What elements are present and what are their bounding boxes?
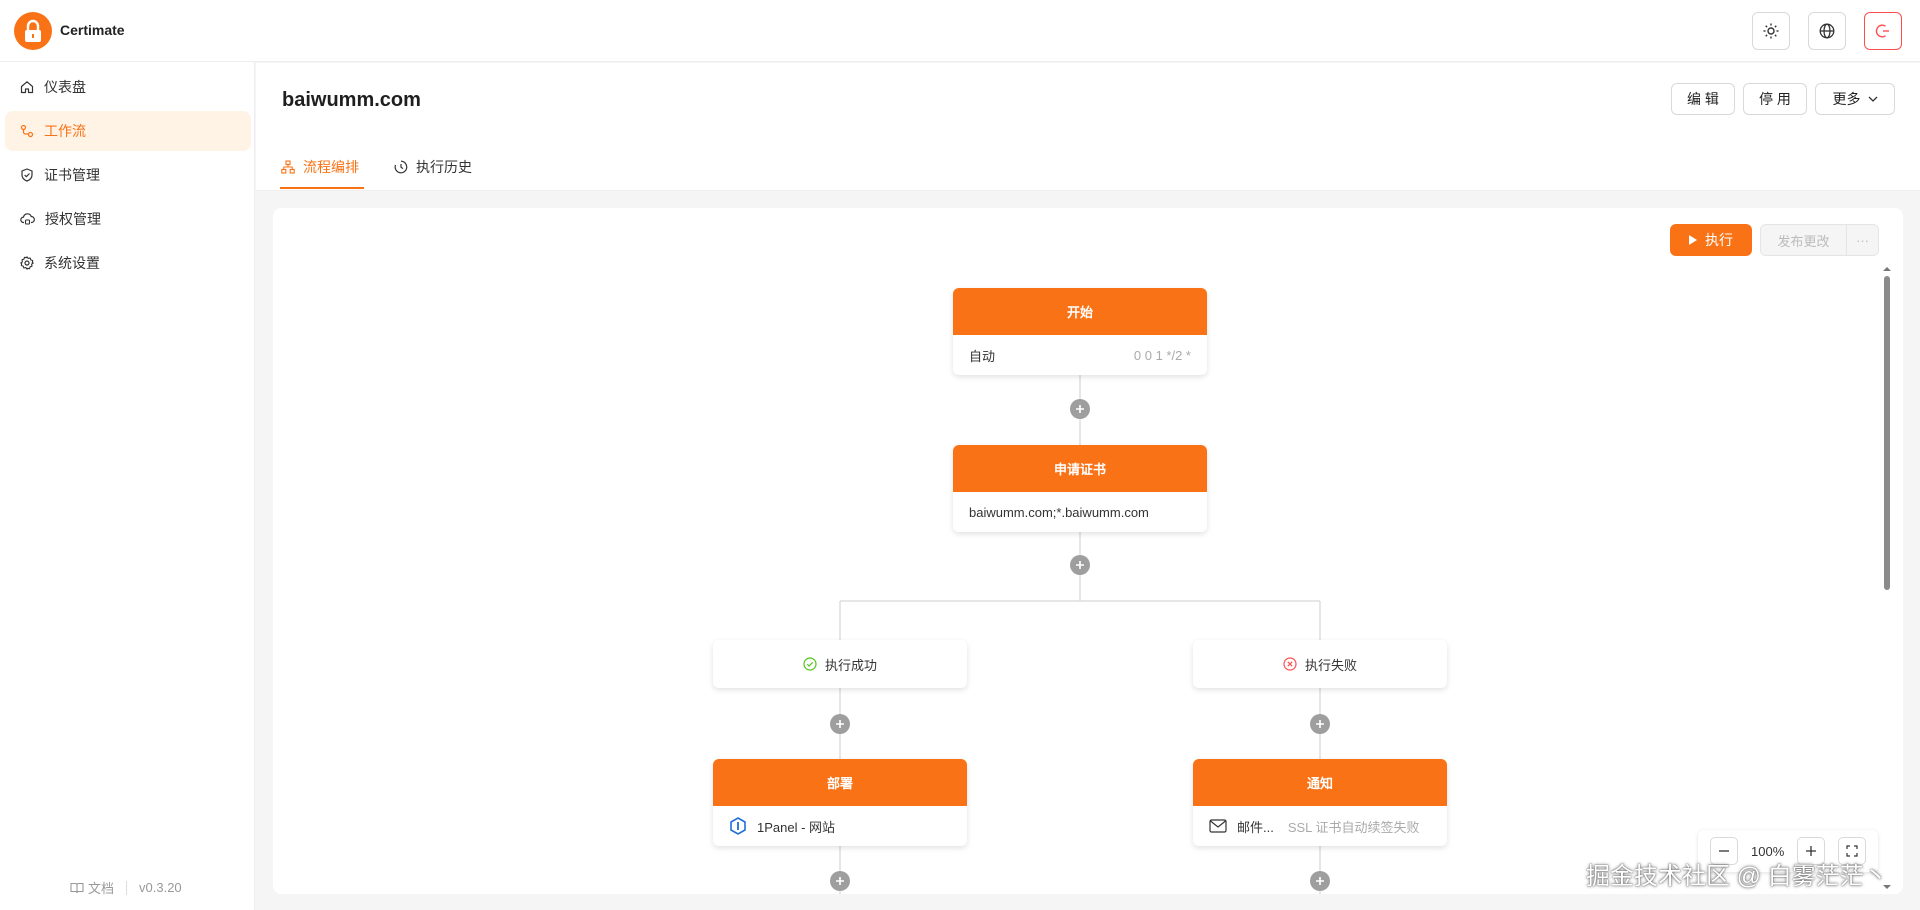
sidebar-footer: 文档 v0.3.20 [70, 878, 182, 897]
sidebar-item-label: 授权管理 [45, 211, 101, 227]
plus-icon [1316, 720, 1324, 728]
gear-icon [20, 256, 34, 270]
notify-node[interactable]: 通知 邮件... SSL 证书自动续签失败 [1193, 759, 1447, 846]
failure-branch-node[interactable]: 执行失败 [1193, 640, 1447, 688]
deploy-provider: 1Panel - 网站 [757, 819, 836, 835]
node-title: 通知 [1193, 759, 1447, 806]
edit-button[interactable]: 编 辑 [1671, 83, 1735, 115]
chevron-down-icon [1868, 96, 1877, 102]
disable-button[interactable]: 停 用 [1743, 83, 1807, 115]
sidebar-item-label: 系统设置 [44, 255, 100, 271]
page-title: baiwumm.com [282, 89, 421, 111]
scrollbar-thumb[interactable] [1884, 276, 1890, 590]
plus-icon [836, 720, 844, 728]
branch-label: 执行成功 [824, 657, 877, 673]
tab-label: 执行历史 [416, 159, 472, 175]
success-branch-node[interactable]: 执行成功 [713, 640, 967, 688]
tab-orchestration[interactable]: 流程编排 [281, 157, 359, 177]
workflow-header: baiwumm.com 编 辑 停 用 更多 流程编排 执行历史 [256, 63, 1920, 191]
node-title: 开始 [953, 288, 1207, 335]
sidebar-item-label: 仪表盘 [44, 79, 86, 95]
cron-expression: 0 0 1 */2 * [1133, 347, 1191, 363]
sidebar: 仪表盘 工作流 证书管理 授权管理 系统设置 文档 v0.3.20 [0, 62, 255, 910]
sidebar-item-access[interactable]: 授权管理 [5, 199, 251, 239]
more-dropdown-button[interactable]: 更多 [1815, 83, 1895, 115]
domain-list: baiwumm.com;*.baiwumm.com [969, 504, 1149, 520]
close-circle-icon [1283, 657, 1297, 671]
add-node-button[interactable] [1310, 714, 1330, 734]
add-node-button[interactable] [1070, 555, 1090, 575]
deploy-node[interactable]: 部署 1Panel - 网站 [713, 759, 967, 846]
version-label: v0.3.20 [139, 880, 182, 895]
footer-divider [126, 880, 128, 895]
trigger-mode: 自动 [969, 348, 996, 364]
plus-icon [1316, 877, 1324, 885]
logout-icon [1875, 24, 1889, 38]
apply-certificate-node[interactable]: 申请证书 baiwumm.com;*.baiwumm.com [953, 445, 1207, 532]
plus-icon [1076, 405, 1084, 413]
shield-check-icon [21, 168, 33, 182]
sun-icon [1763, 23, 1779, 39]
plus-icon [1076, 561, 1084, 569]
sidebar-item-dashboard[interactable]: 仪表盘 [5, 67, 251, 107]
notify-subject: SSL 证书自动续签失败 [1287, 819, 1420, 835]
active-tab-indicator [280, 187, 364, 189]
node-title: 申请证书 [953, 445, 1207, 492]
top-bar: Certimate [0, 0, 1920, 62]
certimate-logo-icon[interactable] [14, 12, 52, 50]
plus-icon [836, 877, 844, 885]
branch-label: 执行失败 [1304, 657, 1357, 673]
check-circle-icon [803, 657, 817, 671]
add-node-button[interactable] [1070, 399, 1090, 419]
sidebar-item-workflow[interactable]: 工作流 [5, 111, 251, 151]
tab-history[interactable]: 执行历史 [394, 157, 472, 177]
start-node[interactable]: 开始 自动 0 0 1 */2 * [953, 288, 1207, 375]
globe-icon [1819, 23, 1835, 39]
history-icon [394, 160, 408, 174]
add-node-button[interactable] [1310, 871, 1330, 891]
home-icon [20, 81, 34, 94]
book-icon [70, 882, 84, 893]
sitemap-icon [281, 160, 295, 174]
workflow-canvas[interactable]: 执行 发布更改 ··· 开始 自动 0 0 1 */2 * 申请证书 baiwu… [273, 208, 1903, 894]
sidebar-item-label: 工作流 [44, 123, 86, 139]
sidebar-item-label: 证书管理 [44, 167, 100, 183]
tab-label: 流程编排 [303, 159, 359, 175]
docs-link[interactable]: 文档 [88, 878, 114, 897]
add-node-button[interactable] [830, 871, 850, 891]
mail-icon [1209, 819, 1227, 833]
1panel-logo-icon [730, 817, 746, 835]
sidebar-item-settings[interactable]: 系统设置 [5, 243, 251, 283]
watermark: 掘金技术社区 @ 白雾茫茫丶 [1586, 863, 1888, 890]
cloud-lock-icon [20, 213, 35, 225]
notify-channel: 邮件... [1237, 819, 1274, 835]
language-button[interactable] [1808, 12, 1846, 50]
workflow-icon [20, 124, 34, 138]
scroll-up-arrow-icon [1883, 267, 1891, 271]
logout-button[interactable] [1864, 12, 1902, 50]
theme-toggle-button[interactable] [1752, 12, 1790, 50]
add-node-button[interactable] [830, 714, 850, 734]
canvas-scrollbar[interactable] [1882, 267, 1892, 889]
more-label: 更多 [1832, 91, 1861, 107]
brand-name: Certimate [60, 22, 125, 38]
node-title: 部署 [713, 759, 967, 806]
sidebar-item-certificates[interactable]: 证书管理 [5, 155, 251, 195]
